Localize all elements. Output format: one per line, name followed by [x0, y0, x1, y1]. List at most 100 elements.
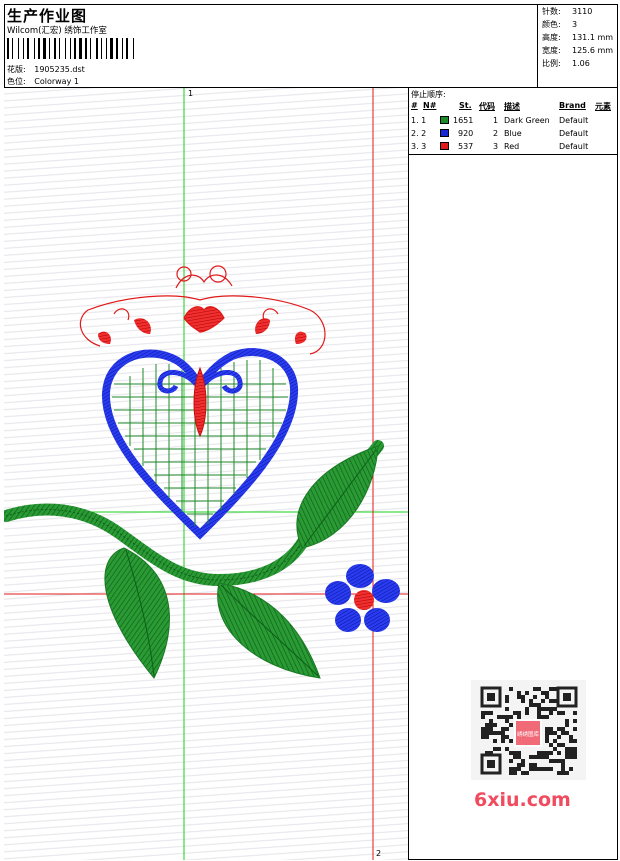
barcode-bar [122, 38, 123, 59]
qr-module [517, 755, 521, 759]
row-brand: Default [559, 116, 589, 125]
qr-module [545, 755, 549, 759]
barcode-bar [65, 38, 66, 59]
qr-module [489, 731, 493, 735]
barcode-bar [54, 38, 56, 59]
qr-module [481, 731, 485, 735]
qr-module [481, 711, 485, 715]
qr-module [569, 735, 573, 739]
barcode-bar [38, 38, 40, 59]
col-header-needle: N# [423, 101, 437, 110]
qr-module [541, 691, 545, 695]
qr-module [517, 763, 521, 767]
qr-module [557, 771, 561, 775]
qr-module [489, 723, 493, 727]
qr-module [541, 755, 545, 759]
barcode-bar [101, 38, 102, 59]
qr-module [557, 743, 561, 747]
color-swatch-dark-green [440, 116, 449, 124]
company-name: Wilcom(汇宏) 绣饰工作室 [7, 26, 107, 36]
col-header-code: 代码 [479, 102, 495, 111]
barcode-bar [34, 38, 35, 59]
stat-value: 3110 [572, 7, 593, 16]
color-swatch-red [440, 142, 449, 150]
qr-module [513, 771, 517, 775]
qr-module [485, 731, 489, 735]
row-description: Dark Green [504, 116, 550, 125]
qr-module [537, 707, 541, 711]
embroidery-design: 1 2 [4, 88, 408, 860]
qr-module [517, 715, 521, 719]
qr-module [545, 767, 549, 771]
qr-module [565, 731, 569, 735]
qr-module [561, 731, 565, 735]
qr-module [513, 711, 517, 715]
qr-module [481, 727, 485, 731]
barcode-bar [90, 38, 91, 59]
qr-module [509, 739, 513, 743]
qr-module [505, 727, 509, 731]
qr-module [545, 727, 549, 731]
qr-code: 绣绣图库 [471, 680, 586, 780]
guide-bottom-number: 2 [376, 849, 381, 858]
barcode-bar [96, 38, 98, 59]
qr-module [545, 707, 549, 711]
qr-module [545, 735, 549, 739]
qr-module [545, 739, 549, 743]
qr-module [533, 763, 537, 767]
qr-module [521, 699, 525, 703]
col-header-index: # [411, 101, 418, 110]
qr-module [565, 723, 569, 727]
qr-module [501, 731, 505, 735]
qr-module [537, 715, 541, 719]
qr-module [525, 707, 529, 711]
col-header-stitches: St. [459, 101, 472, 110]
qr-module [509, 771, 513, 775]
qr-module [553, 731, 557, 735]
row-code: 1 [493, 116, 499, 125]
stat-stitches: 针数: 3110 [542, 6, 592, 17]
qr-module [573, 755, 577, 759]
stat-label: 针数: [542, 7, 561, 16]
qr-module [509, 767, 513, 771]
color-swatch-blue [440, 129, 449, 137]
qr-module [545, 751, 549, 755]
qr-module [517, 695, 521, 699]
qr-module [509, 715, 513, 719]
guide-top-number: 1 [188, 89, 193, 98]
qr-module [525, 711, 529, 715]
qr-module [513, 755, 517, 759]
qr-module [533, 703, 537, 707]
qr-module [549, 767, 553, 771]
qr-module [565, 771, 569, 775]
colorway-value: Colorway 1 [34, 77, 79, 86]
qr-module [505, 699, 509, 703]
qr-module [541, 699, 545, 703]
stat-label: 颜色: [542, 20, 561, 29]
qr-module [561, 711, 565, 715]
qr-module [573, 739, 577, 743]
qr-module [565, 751, 569, 755]
qr-module [529, 703, 533, 707]
qr-module [509, 759, 513, 763]
qr-module [509, 751, 513, 755]
qr-module [537, 703, 541, 707]
qr-module [561, 759, 565, 763]
colorway-row: 色位: Colorway 1 [7, 76, 79, 87]
design-label: 花版: [7, 65, 26, 74]
qr-module [537, 687, 541, 691]
design-canvas: 1 2 [4, 88, 409, 860]
row-code: 2 [493, 129, 499, 138]
qr-module [489, 711, 493, 715]
stat-width: 宽度: 125.6 mm [542, 45, 613, 56]
qr-badge-text: 绣绣图库 [517, 730, 540, 738]
barcode-bar [106, 38, 107, 59]
qr-module [505, 747, 509, 751]
row-stitches: 920 [458, 129, 474, 138]
qr-module [561, 771, 565, 775]
qr-module [533, 687, 537, 691]
qr-module [505, 735, 509, 739]
qr-module [533, 695, 537, 699]
barcode-bar [116, 38, 118, 59]
row-description: Blue [504, 129, 522, 138]
